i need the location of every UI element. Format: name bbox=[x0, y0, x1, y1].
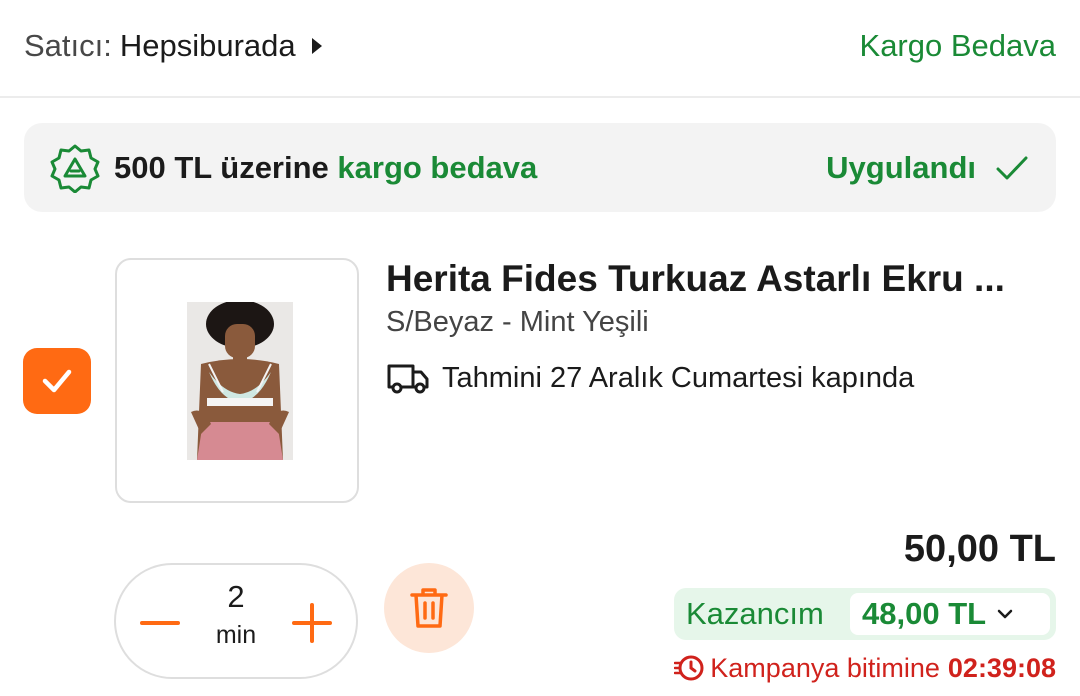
delivery-text: Tahmini 27 Aralık Cumartesi kapında bbox=[442, 361, 915, 394]
product-price: 50,00 TL bbox=[903, 528, 1056, 570]
promo-text: 500 TL üzerine kargo bedava bbox=[114, 123, 537, 212]
savings-toggle[interactable]: Kazancım 48,00 TL bbox=[674, 588, 1056, 640]
delete-button[interactable] bbox=[384, 563, 474, 653]
product-thumbnail[interactable] bbox=[115, 258, 359, 503]
promo-text-prefix: 500 TL üzerine bbox=[114, 149, 338, 185]
campaign-time: 02:39:08 bbox=[947, 652, 1056, 683]
seller-link[interactable]: Satıcı: Hepsiburada bbox=[24, 24, 322, 68]
promo-status: Uygulandı bbox=[826, 123, 1032, 212]
promo-text-highlight: kargo bedava bbox=[337, 149, 538, 185]
product-select-checkbox[interactable] bbox=[23, 348, 91, 414]
timer-icon bbox=[674, 655, 704, 681]
trash-icon bbox=[410, 588, 448, 628]
seller-bar: Satıcı: Hepsiburada Kargo Bedava bbox=[0, 0, 1080, 98]
caret-right-icon bbox=[311, 38, 322, 54]
free-shipping-label: Kargo Bedava bbox=[859, 28, 1056, 63]
promo-status-label: Uygulandı bbox=[826, 149, 976, 185]
product-variant: S/Beyaz - Mint Yeşili bbox=[386, 306, 649, 338]
truck-icon bbox=[387, 364, 429, 394]
increase-quantity-button[interactable] bbox=[290, 601, 334, 645]
product-title[interactable]: Herita Fides Turkuaz Astarlı Ekru ... bbox=[386, 258, 1056, 308]
product-photo bbox=[187, 302, 293, 460]
savings-amount-pill: 48,00 TL bbox=[850, 593, 1050, 635]
campaign-countdown: Kampanya bitimine 02:39:08 bbox=[674, 648, 1056, 688]
seller-prefix: Satıcı: bbox=[24, 28, 112, 63]
discount-tag-icon bbox=[50, 144, 100, 193]
campaign-label: Kampanya bitimine bbox=[710, 652, 940, 683]
quantity-stepper: 2 min bbox=[114, 563, 358, 679]
chevron-down-icon bbox=[997, 609, 1013, 619]
delivery-estimate: Tahmini 27 Aralık Cumartesi kapında bbox=[386, 356, 914, 400]
checkmark-icon bbox=[42, 369, 72, 393]
check-icon bbox=[996, 156, 1028, 179]
savings-label: Kazancım bbox=[686, 596, 824, 631]
savings-amount: 48,00 TL bbox=[862, 596, 987, 631]
free-shipping-banner: 500 TL üzerine kargo bedava Uygulandı bbox=[24, 123, 1056, 212]
seller-name: Hepsiburada bbox=[119, 28, 296, 63]
